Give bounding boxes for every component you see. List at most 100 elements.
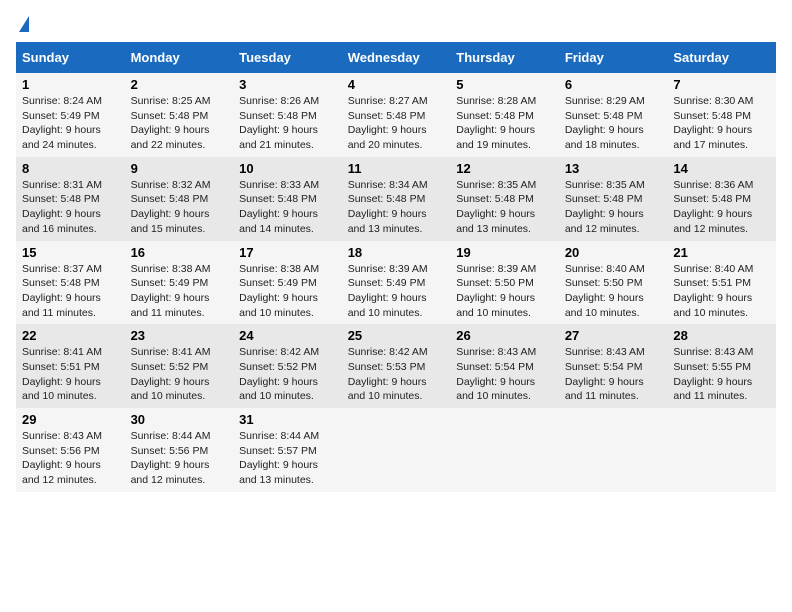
logo-triangle-icon bbox=[19, 16, 29, 32]
day-info: Sunrise: 8:35 AMSunset: 5:48 PMDaylight:… bbox=[456, 178, 553, 237]
day-header-sunday: Sunday bbox=[16, 42, 125, 73]
day-number: 27 bbox=[565, 328, 662, 343]
calendar-cell: 26 Sunrise: 8:43 AMSunset: 5:54 PMDayligh… bbox=[450, 324, 559, 408]
day-number: 11 bbox=[348, 161, 445, 176]
day-info: Sunrise: 8:40 AMSunset: 5:51 PMDaylight:… bbox=[673, 262, 770, 321]
day-number: 9 bbox=[131, 161, 228, 176]
day-number: 19 bbox=[456, 245, 553, 260]
calendar-cell: 12 Sunrise: 8:35 AMSunset: 5:48 PMDayligh… bbox=[450, 157, 559, 241]
calendar-cell: 27Sunrise: 8:43 AMSunset: 5:54 PMDayligh… bbox=[559, 324, 668, 408]
calendar-cell bbox=[559, 408, 668, 492]
day-header-friday: Friday bbox=[559, 42, 668, 73]
day-number: 5 bbox=[456, 77, 553, 92]
day-header-tuesday: Tuesday bbox=[233, 42, 342, 73]
header-row: SundayMondayTuesdayWednesdayThursdayFrid… bbox=[16, 42, 776, 73]
day-number: 20 bbox=[565, 245, 662, 260]
day-number: 4 bbox=[348, 77, 445, 92]
calendar-cell: 21 Sunrise: 8:40 AMSunset: 5:51 PMDayligh… bbox=[667, 241, 776, 325]
calendar-cell: 5Sunrise: 8:28 AMSunset: 5:48 PMDaylight… bbox=[450, 73, 559, 157]
day-info: Sunrise: 8:33 AMSunset: 5:48 PMDaylight:… bbox=[239, 178, 336, 237]
day-info: Sunrise: 8:24 AMSunset: 5:49 PMDaylight:… bbox=[22, 94, 119, 153]
day-info: Sunrise: 8:34 AMSunset: 5:48 PMDaylight:… bbox=[348, 178, 445, 237]
day-number: 28 bbox=[673, 328, 770, 343]
day-info: Sunrise: 8:29 AMSunset: 5:48 PMDaylight:… bbox=[565, 94, 662, 153]
calendar-week-4: 22 Sunrise: 8:41 AMSunset: 5:51 PMDayligh… bbox=[16, 324, 776, 408]
calendar-cell: 18 Sunrise: 8:39 AMSunset: 5:49 PMDayligh… bbox=[342, 241, 451, 325]
calendar-cell: 23 Sunrise: 8:41 AMSunset: 5:52 PMDayligh… bbox=[125, 324, 234, 408]
day-info: Sunrise: 8:44 AMSunset: 5:57 PMDaylight:… bbox=[239, 429, 336, 488]
calendar-cell: 8 Sunrise: 8:31 AMSunset: 5:48 PMDaylight… bbox=[16, 157, 125, 241]
day-number: 8 bbox=[22, 161, 119, 176]
day-info: Sunrise: 8:43 AMSunset: 5:54 PMDaylight:… bbox=[456, 345, 553, 404]
day-number: 29 bbox=[22, 412, 119, 427]
calendar-week-5: 29 Sunrise: 8:43 AMSunset: 5:56 PMDayligh… bbox=[16, 408, 776, 492]
day-info: Sunrise: 8:27 AMSunset: 5:48 PMDaylight:… bbox=[348, 94, 445, 153]
day-header-wednesday: Wednesday bbox=[342, 42, 451, 73]
day-info: Sunrise: 8:41 AMSunset: 5:52 PMDaylight:… bbox=[131, 345, 228, 404]
day-number: 25 bbox=[348, 328, 445, 343]
day-info: Sunrise: 8:31 AMSunset: 5:48 PMDaylight:… bbox=[22, 178, 119, 237]
calendar-cell bbox=[450, 408, 559, 492]
day-number: 21 bbox=[673, 245, 770, 260]
day-info: Sunrise: 8:41 AMSunset: 5:51 PMDaylight:… bbox=[22, 345, 119, 404]
header bbox=[16, 16, 776, 34]
calendar-cell: 28 Sunrise: 8:43 AMSunset: 5:55 PMDayligh… bbox=[667, 324, 776, 408]
calendar-cell: 2 Sunrise: 8:25 AMSunset: 5:48 PMDaylight… bbox=[125, 73, 234, 157]
day-info: Sunrise: 8:40 AMSunset: 5:50 PMDaylight:… bbox=[565, 262, 662, 321]
day-number: 31 bbox=[239, 412, 336, 427]
day-number: 30 bbox=[131, 412, 228, 427]
day-info: Sunrise: 8:35 AMSunset: 5:48 PMDaylight:… bbox=[565, 178, 662, 237]
day-number: 12 bbox=[456, 161, 553, 176]
day-info: Sunrise: 8:26 AMSunset: 5:48 PMDaylight:… bbox=[239, 94, 336, 153]
calendar-cell: 10 Sunrise: 8:33 AMSunset: 5:48 PMDayligh… bbox=[233, 157, 342, 241]
calendar-cell: 11 Sunrise: 8:34 AMSunset: 5:48 PMDayligh… bbox=[342, 157, 451, 241]
day-number: 10 bbox=[239, 161, 336, 176]
calendar-cell: 16Sunrise: 8:38 AMSunset: 5:49 PMDayligh… bbox=[125, 241, 234, 325]
calendar-cell: 1 Sunrise: 8:24 AMSunset: 5:49 PMDaylight… bbox=[16, 73, 125, 157]
calendar-cell: 30 Sunrise: 8:44 AMSunset: 5:56 PMDayligh… bbox=[125, 408, 234, 492]
day-info: Sunrise: 8:44 AMSunset: 5:56 PMDaylight:… bbox=[131, 429, 228, 488]
calendar-cell: 7 Sunrise: 8:30 AMSunset: 5:48 PMDaylight… bbox=[667, 73, 776, 157]
day-info: Sunrise: 8:38 AMSunset: 5:49 PMDaylight:… bbox=[131, 262, 228, 321]
day-number: 7 bbox=[673, 77, 770, 92]
calendar-week-1: 1 Sunrise: 8:24 AMSunset: 5:49 PMDaylight… bbox=[16, 73, 776, 157]
day-number: 13 bbox=[565, 161, 662, 176]
day-info: Sunrise: 8:32 AMSunset: 5:48 PMDaylight:… bbox=[131, 178, 228, 237]
day-info: Sunrise: 8:43 AMSunset: 5:55 PMDaylight:… bbox=[673, 345, 770, 404]
day-number: 23 bbox=[131, 328, 228, 343]
day-info: Sunrise: 8:25 AMSunset: 5:48 PMDaylight:… bbox=[131, 94, 228, 153]
day-number: 24 bbox=[239, 328, 336, 343]
calendar-cell: 20 Sunrise: 8:40 AMSunset: 5:50 PMDayligh… bbox=[559, 241, 668, 325]
day-info: Sunrise: 8:30 AMSunset: 5:48 PMDaylight:… bbox=[673, 94, 770, 153]
day-number: 18 bbox=[348, 245, 445, 260]
day-info: Sunrise: 8:42 AMSunset: 5:52 PMDaylight:… bbox=[239, 345, 336, 404]
day-info: Sunrise: 8:36 AMSunset: 5:48 PMDaylight:… bbox=[673, 178, 770, 237]
day-info: Sunrise: 8:39 AMSunset: 5:50 PMDaylight:… bbox=[456, 262, 553, 321]
day-number: 14 bbox=[673, 161, 770, 176]
day-number: 2 bbox=[131, 77, 228, 92]
day-info: Sunrise: 8:39 AMSunset: 5:49 PMDaylight:… bbox=[348, 262, 445, 321]
calendar-cell: 29 Sunrise: 8:43 AMSunset: 5:56 PMDayligh… bbox=[16, 408, 125, 492]
day-number: 3 bbox=[239, 77, 336, 92]
day-header-monday: Monday bbox=[125, 42, 234, 73]
day-number: 1 bbox=[22, 77, 119, 92]
calendar-cell: 24 Sunrise: 8:42 AMSunset: 5:52 PMDayligh… bbox=[233, 324, 342, 408]
calendar-week-2: 8 Sunrise: 8:31 AMSunset: 5:48 PMDaylight… bbox=[16, 157, 776, 241]
day-number: 15 bbox=[22, 245, 119, 260]
calendar-cell: 6 Sunrise: 8:29 AMSunset: 5:48 PMDaylight… bbox=[559, 73, 668, 157]
calendar-week-3: 15Sunrise: 8:37 AMSunset: 5:48 PMDayligh… bbox=[16, 241, 776, 325]
day-info: Sunrise: 8:43 AMSunset: 5:56 PMDaylight:… bbox=[22, 429, 119, 488]
day-number: 6 bbox=[565, 77, 662, 92]
calendar-cell: 3 Sunrise: 8:26 AMSunset: 5:48 PMDaylight… bbox=[233, 73, 342, 157]
calendar-cell bbox=[667, 408, 776, 492]
day-number: 22 bbox=[22, 328, 119, 343]
day-header-saturday: Saturday bbox=[667, 42, 776, 73]
logo bbox=[16, 16, 29, 34]
calendar-cell: 31 Sunrise: 8:44 AMSunset: 5:57 PMDayligh… bbox=[233, 408, 342, 492]
calendar-cell bbox=[342, 408, 451, 492]
calendar-cell: 13 Sunrise: 8:35 AMSunset: 5:48 PMDayligh… bbox=[559, 157, 668, 241]
day-number: 26 bbox=[456, 328, 553, 343]
day-info: Sunrise: 8:38 AMSunset: 5:49 PMDaylight:… bbox=[239, 262, 336, 321]
calendar-cell: 14 Sunrise: 8:36 AMSunset: 5:48 PMDayligh… bbox=[667, 157, 776, 241]
day-info: Sunrise: 8:42 AMSunset: 5:53 PMDaylight:… bbox=[348, 345, 445, 404]
